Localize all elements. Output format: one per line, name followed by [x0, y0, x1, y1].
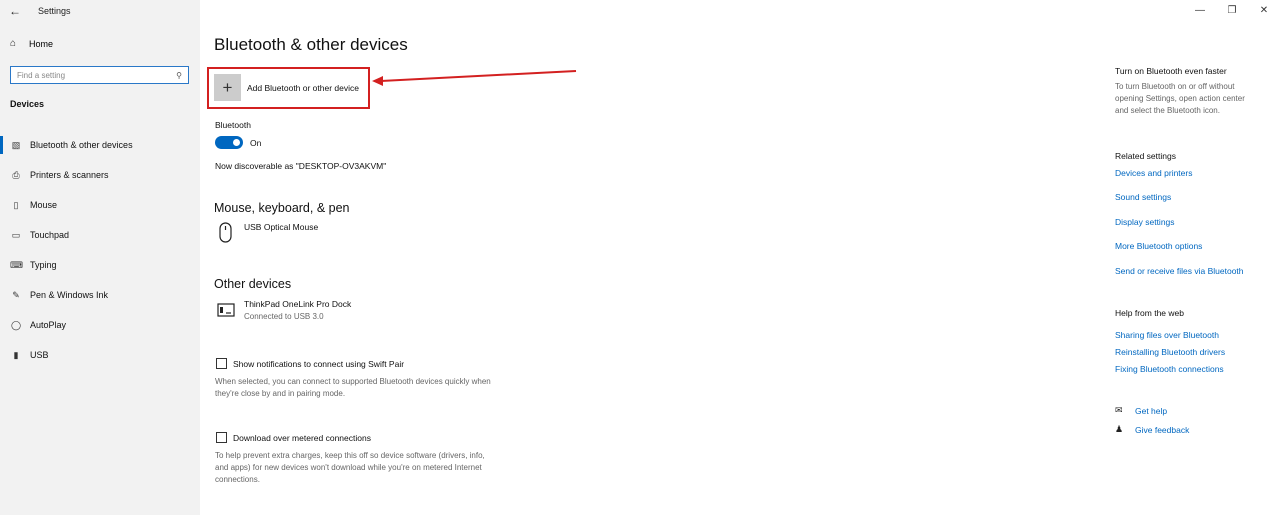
annotation-arrow: [372, 70, 577, 86]
swift-pair-checkbox[interactable]: [216, 358, 227, 369]
home-label: Home: [29, 38, 54, 49]
printer-icon: ⎙: [12, 169, 20, 180]
page-title: Bluetooth & other devices: [214, 35, 408, 54]
pen-icon: ✎: [12, 289, 20, 300]
keyboard-icon: ⌨: [10, 259, 23, 270]
mouse-device[interactable]: USB Optical Mouse: [216, 222, 318, 244]
add-device-button[interactable]: + Add Bluetooth or other device: [214, 74, 359, 101]
link-sound-settings[interactable]: Sound settings: [1115, 192, 1171, 202]
give-feedback-label: Give feedback: [1135, 424, 1190, 435]
app-title: Settings: [38, 6, 71, 16]
link-more-bluetooth-options[interactable]: More Bluetooth options: [1115, 241, 1202, 251]
bluetooth-state: On: [250, 138, 262, 148]
home-link[interactable]: ⌂ Home: [10, 38, 53, 49]
dock-icon: [217, 303, 235, 317]
home-icon: ⌂: [10, 38, 17, 49]
sidebar-item-printers[interactable]: ⎙ Printers & scanners: [0, 160, 200, 190]
discoverable-text: Now discoverable as "DESKTOP-OV3AKVM": [215, 161, 387, 171]
sidebar-item-label: Touchpad: [30, 230, 70, 240]
autoplay-icon: ◯: [10, 319, 22, 330]
minimize-button[interactable]: —: [1184, 0, 1216, 20]
dock-device-status: Connected to USB 3.0: [244, 312, 324, 321]
swift-pair-description: When selected, you can connect to suppor…: [215, 377, 491, 398]
sidebar-item-mouse[interactable]: ▯ Mouse: [0, 190, 200, 220]
give-feedback-link[interactable]: ♟ Give feedback: [1115, 424, 1189, 435]
mouse-icon: ▯: [13, 199, 19, 210]
touchpad-icon: ▭: [11, 229, 21, 240]
help-web-title: Help from the web: [1115, 308, 1184, 318]
dock-device-name: ThinkPad OneLink Pro Dock: [244, 299, 352, 309]
metered-checkbox[interactable]: [216, 432, 227, 443]
search-input[interactable]: [17, 70, 177, 80]
sidebar-item-autoplay[interactable]: ◯ AutoPlay: [0, 310, 200, 340]
sidebar-item-label: AutoPlay: [30, 320, 67, 330]
section-label: Devices: [10, 99, 45, 109]
bluetooth-label: Bluetooth: [215, 120, 251, 130]
tip-text: To turn Bluetooth on or off without open…: [1115, 82, 1245, 115]
sidebar-item-label: Printers & scanners: [30, 170, 109, 180]
get-help-label: Get help: [1135, 405, 1168, 416]
swift-pair-checkbox-row[interactable]: Show notifications to connect using Swif…: [216, 358, 404, 369]
plus-icon: +: [214, 74, 241, 101]
link-send-receive-files[interactable]: Send or receive files via Bluetooth: [1115, 266, 1244, 276]
sidebar-item-label: Typing: [30, 260, 57, 270]
link-fixing-connections[interactable]: Fixing Bluetooth connections: [1115, 364, 1224, 374]
search-box[interactable]: ⚲: [10, 66, 189, 84]
link-display-settings[interactable]: Display settings: [1115, 217, 1175, 227]
sidebar-item-label: USB: [30, 350, 49, 360]
metered-checkbox-row[interactable]: Download over metered connections: [216, 432, 371, 443]
link-reinstalling-drivers[interactable]: Reinstalling Bluetooth drivers: [1115, 347, 1225, 357]
link-sharing-files[interactable]: Sharing files over Bluetooth: [1115, 330, 1219, 340]
mouse-device-name: USB Optical Mouse: [244, 222, 319, 232]
mouse-icon: [219, 222, 232, 243]
tip-title: Turn on Bluetooth even faster: [1115, 66, 1227, 76]
bluetooth-toggle[interactable]: [215, 136, 243, 149]
mouse-section-title: Mouse, keyboard, & pen: [214, 201, 350, 215]
related-settings-title: Related settings: [1115, 151, 1176, 161]
toggle-knob: [233, 139, 240, 146]
usb-icon: ▮: [13, 349, 19, 360]
sidebar-nav: ▧ Bluetooth & other devices ⎙ Printers &…: [0, 130, 200, 370]
title-bar: ← Settings: [0, 0, 200, 22]
get-help-link[interactable]: ✉ Get help: [1115, 405, 1167, 416]
other-section-title: Other devices: [214, 277, 292, 291]
metered-description: To help prevent extra charges, keep this…: [215, 451, 485, 484]
metered-label: Download over metered connections: [233, 432, 371, 443]
swift-pair-label: Show notifications to connect using Swif…: [233, 358, 405, 369]
sidebar-item-typing[interactable]: ⌨ Typing: [0, 250, 200, 280]
add-device-label: Add Bluetooth or other device: [247, 82, 359, 93]
sidebar-item-touchpad[interactable]: ▭ Touchpad: [0, 220, 200, 250]
dock-device[interactable]: ThinkPad OneLink Pro Dock Connected to U…: [216, 299, 351, 321]
sidebar-item-usb[interactable]: ▮ USB: [0, 340, 200, 370]
sidebar-item-pen[interactable]: ✎ Pen & Windows Ink: [0, 280, 200, 310]
feedback-icon: ♟: [1115, 424, 1124, 434]
sidebar: ← Settings ⌂ Home ⚲ Devices ▧ Bluetooth …: [0, 0, 200, 515]
back-button[interactable]: ←: [0, 0, 30, 22]
close-button[interactable]: ✕: [1248, 0, 1280, 20]
bluetooth-devices-icon: ▧: [11, 139, 21, 150]
link-devices-and-printers[interactable]: Devices and printers: [1115, 168, 1192, 178]
window-controls: — ❐ ✕: [1184, 0, 1280, 20]
sidebar-item-bluetooth[interactable]: ▧ Bluetooth & other devices: [0, 130, 200, 160]
sidebar-item-label: Bluetooth & other devices: [30, 140, 133, 150]
sidebar-item-label: Pen & Windows Ink: [30, 290, 109, 300]
search-icon[interactable]: ⚲: [176, 71, 182, 80]
restore-button[interactable]: ❐: [1216, 0, 1248, 20]
sidebar-item-label: Mouse: [30, 200, 58, 210]
chat-help-icon: ✉: [1115, 405, 1123, 415]
